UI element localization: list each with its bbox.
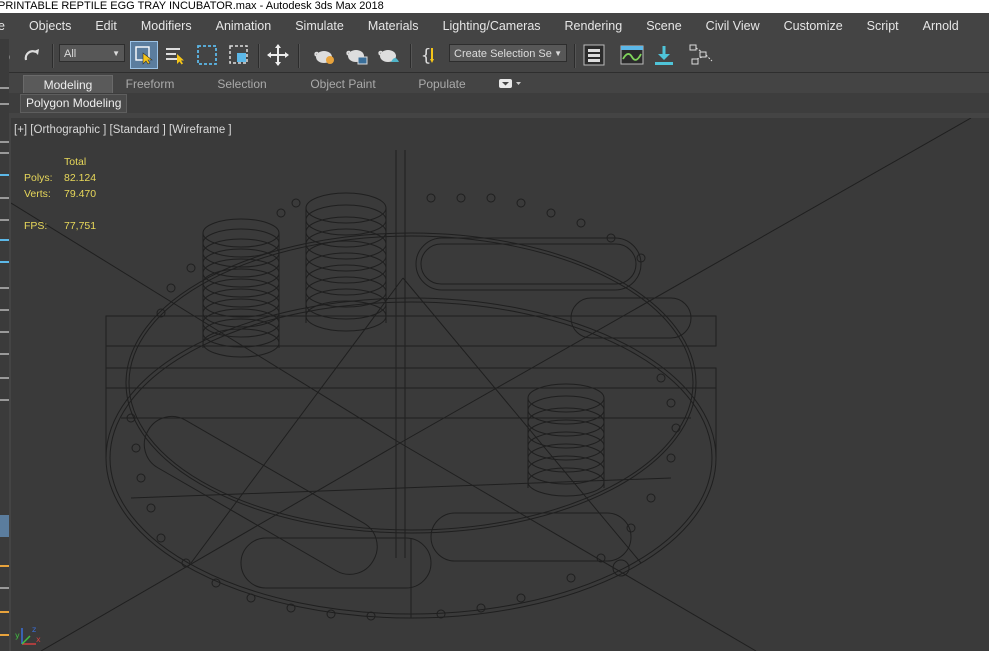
layer-explorer-icon[interactable] [581, 42, 607, 68]
chevron-down-icon: ▼ [112, 49, 120, 58]
redo-icon[interactable] [19, 42, 45, 68]
menu-animation[interactable]: Animation [204, 13, 284, 39]
perspective-viewport[interactable]: [+] [Orthographic ] [Standard ] [Wirefra… [11, 118, 989, 651]
fps-value: 77,751 [64, 220, 97, 232]
menu-scene[interactable]: Scene [634, 13, 693, 39]
schematic-view-icon[interactable] [688, 42, 714, 68]
toggle-ribbon-icon[interactable] [651, 42, 677, 68]
wireframe-model [11, 118, 972, 651]
named-selection-set-dropdown[interactable]: Create Selection Se ▼ [449, 44, 567, 62]
fps-label: FPS: [24, 220, 48, 232]
toolbar-separator [298, 44, 300, 68]
ribbon-panel: Polygon Modeling [0, 93, 989, 113]
stats-header: Total [64, 156, 87, 168]
verts-label: Verts: [24, 188, 51, 200]
polygon-modeling-panel[interactable]: Polygon Modeling [20, 94, 128, 113]
selection-filter-value: All [64, 48, 77, 60]
tab-modeling[interactable]: Modeling [23, 75, 113, 94]
axis-z-label: z [32, 625, 36, 634]
render-setup-icon[interactable] [312, 42, 338, 68]
edit-named-selection-icon[interactable]: { [418, 42, 444, 68]
axis-y-label: y [15, 631, 20, 640]
menu-customize[interactable]: Customize [772, 13, 855, 39]
svg-text:{: { [421, 46, 431, 66]
verts-value: 79.470 [64, 188, 97, 200]
tab-selection[interactable]: Selection [204, 75, 280, 93]
select-and-move-icon[interactable] [265, 42, 291, 68]
toolbar-separator [52, 44, 54, 68]
window-title: PRINTABLE REPTILE EGG TRAY INCUBATOR.max… [0, 0, 989, 13]
chevron-down-icon: ▼ [554, 49, 562, 58]
viewport-label[interactable]: [+] [Orthographic ] [Standard ] [Wirefra… [14, 124, 232, 136]
polys-value: 82.124 [64, 172, 97, 184]
menu-civil-view[interactable]: Civil View [694, 13, 772, 39]
tab-populate[interactable]: Populate [404, 75, 480, 93]
selection-filter-dropdown[interactable]: All ▼ [59, 44, 125, 62]
menu-arnold[interactable]: Arnold [911, 13, 971, 39]
tab-object-paint[interactable]: Object Paint [298, 75, 388, 93]
menu-script[interactable]: Script [855, 13, 911, 39]
named-selection-set-value: Create Selection Se [454, 48, 552, 60]
tab-freeform[interactable]: Freeform [112, 75, 188, 93]
menu-rendering[interactable]: Rendering [553, 13, 635, 39]
left-command-strip[interactable] [0, 39, 9, 651]
polys-label: Polys: [24, 172, 53, 184]
menu-edit[interactable]: Edit [83, 13, 129, 39]
select-by-name-icon[interactable] [162, 42, 188, 68]
ribbon-options-dropdown[interactable] [495, 75, 525, 93]
toolbar-separator [258, 44, 260, 68]
window-crossing-icon[interactable] [226, 42, 252, 68]
menu-materials[interactable]: Materials [356, 13, 431, 39]
render-production-icon[interactable] [376, 42, 402, 68]
axis-x-label: x [36, 635, 41, 644]
menu-edit-truncated[interactable]: e [0, 13, 17, 39]
ribbon-tab-bar: Modeling Freeform Selection Object Paint… [0, 73, 989, 94]
select-object-icon[interactable] [130, 41, 158, 69]
ribbon-options-icon [499, 79, 521, 88]
rendered-frame-window-icon[interactable] [344, 42, 370, 68]
axis-tripod-icon: z y x [15, 625, 41, 645]
menu-bar: e Objects Edit Modifiers Animation Simul… [0, 13, 989, 40]
curve-editor-icon[interactable] [619, 42, 645, 68]
menu-modifiers[interactable]: Modifiers [129, 13, 204, 39]
menu-lighting-cameras[interactable]: Lighting/Cameras [431, 13, 553, 39]
menu-objects[interactable]: Objects [17, 13, 83, 39]
toolbar-separator [574, 44, 576, 68]
menu-simulate[interactable]: Simulate [283, 13, 356, 39]
rectangular-region-icon[interactable] [194, 42, 220, 68]
toolbar-separator [410, 44, 412, 68]
